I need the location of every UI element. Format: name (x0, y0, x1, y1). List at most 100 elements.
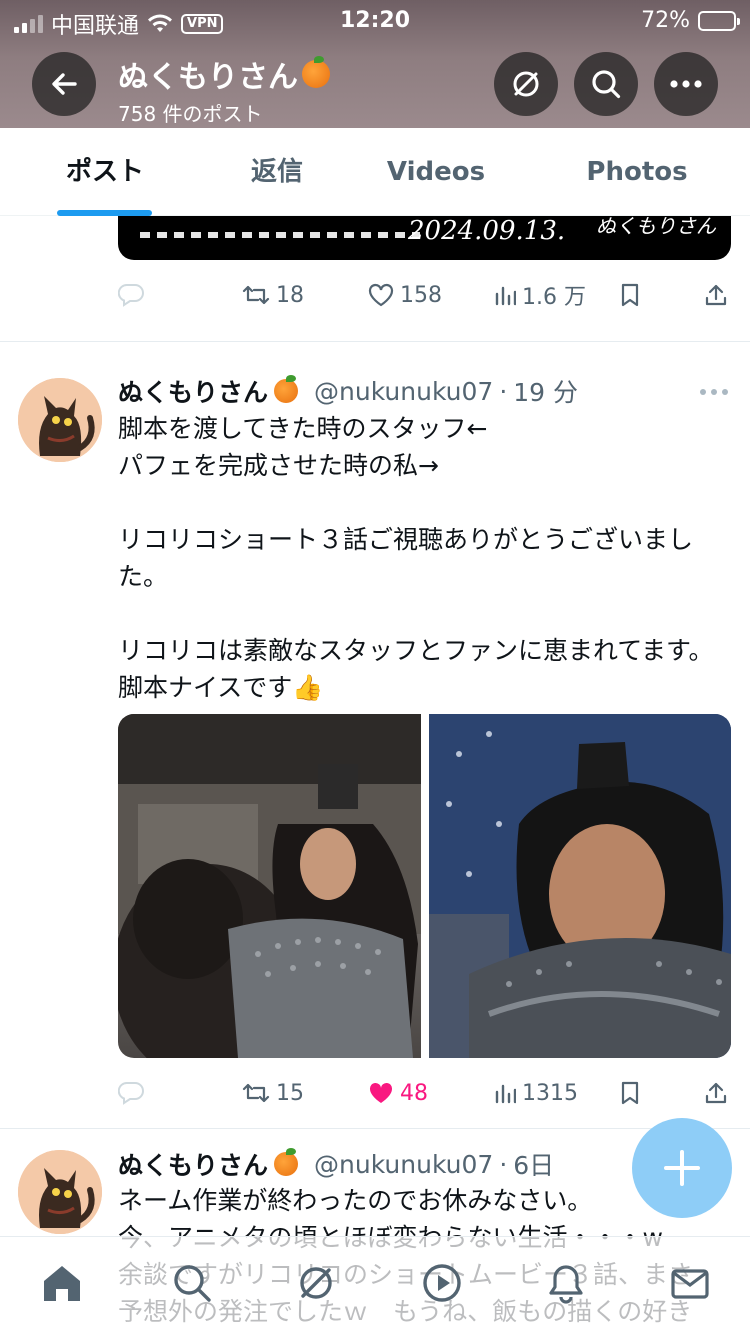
search-icon (592, 70, 621, 99)
search-icon (174, 1265, 211, 1302)
post-count: 758 件のポスト (118, 102, 263, 126)
nav-videos[interactable] (418, 1259, 466, 1307)
photo-warrior-scene-1 (118, 714, 421, 1058)
share-icon (705, 284, 727, 306)
share-button[interactable] (704, 275, 728, 315)
heart-filled-icon (369, 1082, 393, 1103)
status-time: 12:20 (339, 8, 411, 33)
retweet-icon (242, 1083, 270, 1103)
like-button[interactable]: 158 (368, 275, 442, 315)
cat-avatar-icon (18, 1150, 102, 1234)
tweet-divider (0, 1128, 750, 1129)
tab-photos[interactable]: Photos (577, 128, 697, 216)
media-handwritten-signature: ぬくもりさん (596, 216, 716, 238)
battery-group: 72% (641, 8, 740, 33)
retweet-button[interactable]: 18 (242, 275, 304, 315)
tweet-media-grid (118, 714, 731, 1058)
like-count: 158 (400, 282, 442, 308)
like-count: 48 (400, 1080, 428, 1106)
retweet-count: 15 (276, 1080, 304, 1106)
tweet-photo-1[interactable] (118, 714, 421, 1058)
grok-icon (300, 1267, 332, 1299)
home-icon (44, 1266, 80, 1301)
reply-button[interactable] (118, 275, 144, 315)
battery-icon (698, 10, 740, 31)
tweet-more-icon[interactable] (700, 389, 728, 395)
reply-icon (118, 1081, 144, 1105)
author-name[interactable]: ぬくもりさん (118, 1146, 268, 1182)
nav-notifications[interactable] (542, 1259, 590, 1307)
tweet-header: ぬくもりさん @nukunuku07 · 19 分 (118, 371, 578, 411)
tweet-photo-2[interactable] (429, 714, 731, 1058)
previous-tweet-actions: 18 158 1.6 万 (118, 275, 730, 315)
tab-videos[interactable]: Videos (376, 128, 496, 216)
bookmark-icon (621, 1081, 639, 1105)
heart-outline-icon (368, 283, 394, 307)
plus-icon (664, 1150, 700, 1186)
avatar[interactable] (18, 1150, 102, 1234)
grok-icon (513, 71, 539, 97)
photo-warrior-scene-2 (429, 714, 731, 1058)
bookmark-icon (621, 283, 639, 307)
bookmark-button[interactable] (620, 1073, 640, 1113)
search-button[interactable] (574, 52, 638, 116)
orange-emoji-icon (274, 375, 299, 403)
back-arrow-icon (52, 73, 77, 95)
previous-tweet-media[interactable]: 2024.09.13. ぬくもりさん (118, 216, 731, 260)
retweet-button[interactable]: 15 (242, 1073, 304, 1113)
views-button[interactable]: 1315 (494, 1073, 578, 1113)
mail-icon (671, 1269, 709, 1299)
grok-button[interactable] (494, 52, 558, 116)
tweet-separator: · (499, 1149, 508, 1179)
view-count: 1.6 万 (522, 285, 586, 310)
media-handwritten-date: 2024.09.13. (408, 216, 566, 246)
author-name[interactable]: ぬくもりさん (118, 373, 268, 409)
orange-emoji-icon (274, 1148, 299, 1176)
battery-percent: 72% (641, 8, 690, 33)
retweet-icon (242, 285, 270, 305)
bookmark-button[interactable] (620, 275, 640, 315)
tweet-time[interactable]: 6日 (513, 1146, 554, 1182)
back-button[interactable] (32, 52, 96, 116)
bell-icon (549, 1265, 583, 1304)
tweet-time[interactable]: 19 分 (513, 373, 578, 409)
nav-grok[interactable] (292, 1259, 340, 1307)
bottom-navigation (0, 1236, 750, 1334)
play-circle-icon (423, 1264, 461, 1302)
avatar[interactable] (18, 378, 102, 462)
profile-header: 中国联通 VPN 12:20 72% ぬくもりさん 758 件のポスト (0, 0, 750, 128)
more-options-button[interactable] (654, 52, 718, 116)
share-button[interactable] (704, 1073, 728, 1113)
retweet-count: 18 (276, 282, 304, 308)
tweet-header: ぬくもりさん @nukunuku07 · 6日 (118, 1144, 554, 1184)
header-name: ぬくもりさん (118, 60, 298, 95)
tab-replies[interactable]: 返信 (217, 128, 337, 216)
header-title: ぬくもりさん 758 件のポスト (118, 52, 330, 127)
author-handle[interactable]: @nukunuku07 (314, 377, 493, 406)
profile-tabs: ポスト 返信 Videos Photos (0, 128, 750, 216)
status-bar: 中国联通 VPN 12:20 72% (0, 0, 750, 42)
compose-post-button[interactable] (632, 1118, 732, 1218)
author-handle[interactable]: @nukunuku07 (314, 1150, 493, 1179)
cat-avatar-icon (18, 378, 102, 462)
tweet-divider (0, 341, 750, 342)
tweet-separator: · (499, 376, 508, 406)
views-button[interactable]: 1.6 万 (494, 275, 586, 315)
reply-icon (118, 283, 144, 307)
orange-emoji-icon (302, 56, 330, 88)
more-horizontal-icon (670, 80, 702, 88)
view-count: 1315 (522, 1080, 578, 1106)
tweet-actions: 15 48 1315 (118, 1073, 730, 1113)
nav-messages[interactable] (666, 1259, 714, 1307)
views-bar-icon (495, 286, 516, 306)
header-name-row: ぬくもりさん (118, 52, 330, 96)
like-button[interactable]: 48 (368, 1073, 428, 1113)
views-bar-icon (495, 1084, 516, 1104)
tab-posts[interactable]: ポスト (45, 128, 165, 216)
share-icon (705, 1082, 727, 1104)
nav-home[interactable] (38, 1259, 86, 1307)
reply-button[interactable] (118, 1073, 144, 1113)
nav-search[interactable] (168, 1259, 216, 1307)
tweet-text: 脚本を渡してきた時のスタッフ← パフェを完成させた時の私→ リコリコショート３話… (118, 414, 714, 702)
media-dashed-line (140, 232, 420, 238)
